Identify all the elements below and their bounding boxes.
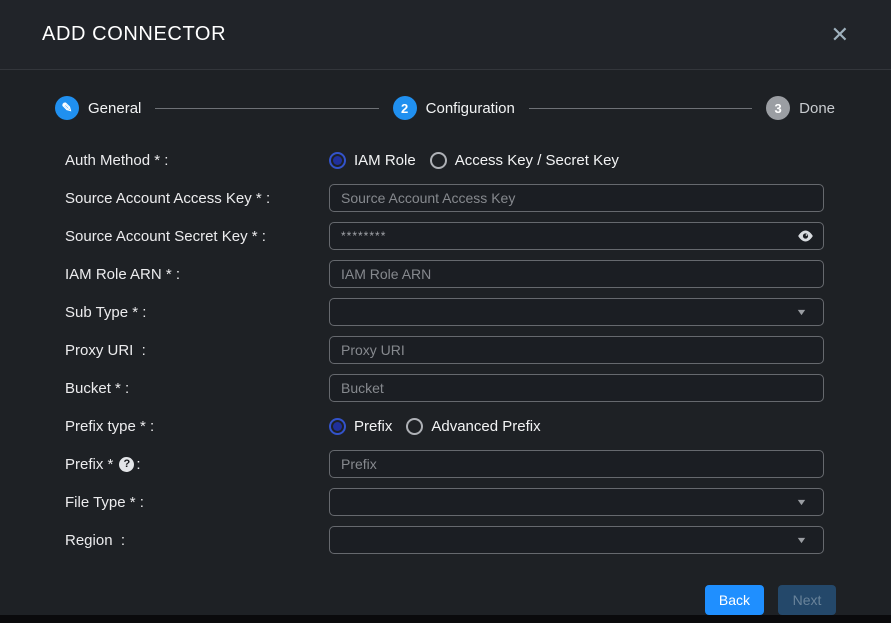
- chevron-down-icon: ▼: [795, 497, 807, 507]
- source-account-access-key-row: Source Account Access Key * :: [65, 184, 824, 212]
- modal-title: ADD CONNECTOR: [42, 23, 226, 46]
- prefix-row: Prefix * ? :: [65, 450, 824, 478]
- sub-type-label: Sub Type * :: [65, 304, 329, 321]
- bucket-label: Bucket * :: [65, 380, 329, 397]
- help-icon[interactable]: ?: [119, 457, 134, 472]
- file-type-select[interactable]: ▼: [329, 488, 824, 516]
- step-configuration[interactable]: 2 Configuration: [393, 96, 515, 120]
- proxy-uri-label: Proxy URI :: [65, 342, 329, 359]
- step-general-circle: ✎: [55, 96, 79, 120]
- add-connector-dialog: ADD CONNECTOR ✕ ✎ General 2 Configuratio…: [0, 0, 891, 623]
- radio-selected-icon: [329, 152, 346, 169]
- bottom-edge: [0, 615, 891, 623]
- source-account-access-key-label: Source Account Access Key * :: [65, 190, 329, 207]
- modal-header: ADD CONNECTOR ✕: [0, 0, 891, 70]
- next-button[interactable]: Next: [778, 585, 836, 615]
- prefix-type-row: Prefix type * : Prefix Advanced Prefix: [65, 412, 824, 440]
- radio-unselected-icon: [406, 418, 423, 435]
- radio-advanced-prefix[interactable]: Advanced Prefix: [406, 418, 540, 435]
- step-general[interactable]: ✎ General: [55, 96, 141, 120]
- pencil-icon: ✎: [62, 100, 73, 116]
- iam-role-arn-label: IAM Role ARN * :: [65, 266, 329, 283]
- source-account-secret-key-row: Source Account Secret Key * :: [65, 222, 824, 250]
- iam-role-arn-input[interactable]: [329, 260, 824, 288]
- stepper: ✎ General 2 Configuration 3 Done: [0, 70, 891, 120]
- source-account-secret-key-input[interactable]: [329, 222, 824, 250]
- radio-selected-icon: [329, 418, 346, 435]
- stepper-connector: [155, 108, 378, 109]
- configuration-form: Auth Method * : IAM Role Access Key / Se…: [0, 120, 891, 579]
- step-configuration-label: Configuration: [426, 100, 515, 117]
- stepper-connector: [529, 108, 752, 109]
- chevron-down-icon: ▼: [795, 535, 807, 545]
- proxy-uri-row: Proxy URI :: [65, 336, 824, 364]
- radio-access-key-secret-key[interactable]: Access Key / Secret Key: [430, 152, 619, 169]
- chevron-down-icon: ▼: [795, 307, 807, 317]
- prefix-input[interactable]: [329, 450, 824, 478]
- bucket-input[interactable]: [329, 374, 824, 402]
- back-button[interactable]: Back: [705, 585, 764, 615]
- region-select[interactable]: ▼: [329, 526, 824, 554]
- region-row: Region : ▼: [65, 526, 824, 554]
- eye-icon[interactable]: [797, 229, 814, 243]
- sub-type-select[interactable]: ▼: [329, 298, 824, 326]
- radio-iam-role[interactable]: IAM Role: [329, 152, 416, 169]
- step-done-label: Done: [799, 100, 835, 117]
- modal-footer: Back Next: [0, 579, 891, 615]
- step-configuration-circle: 2: [393, 96, 417, 120]
- prefix-type-radio-group: Prefix Advanced Prefix: [329, 418, 541, 435]
- file-type-label: File Type * :: [65, 494, 329, 511]
- source-account-secret-key-label: Source Account Secret Key * :: [65, 228, 329, 245]
- radio-prefix[interactable]: Prefix: [329, 418, 392, 435]
- auth-method-label: Auth Method * :: [65, 152, 329, 169]
- bucket-row: Bucket * :: [65, 374, 824, 402]
- prefix-label: Prefix * ? :: [65, 456, 329, 473]
- prefix-type-label: Prefix type * :: [65, 418, 329, 435]
- auth-method-radio-group: IAM Role Access Key / Secret Key: [329, 152, 619, 169]
- file-type-row: File Type * : ▼: [65, 488, 824, 516]
- proxy-uri-input[interactable]: [329, 336, 824, 364]
- auth-method-row: Auth Method * : IAM Role Access Key / Se…: [65, 146, 824, 174]
- source-account-access-key-input[interactable]: [329, 184, 824, 212]
- radio-unselected-icon: [430, 152, 447, 169]
- iam-role-arn-row: IAM Role ARN * :: [65, 260, 824, 288]
- sub-type-row: Sub Type * : ▼: [65, 298, 824, 326]
- step-general-label: General: [88, 100, 141, 117]
- region-label: Region :: [65, 532, 329, 549]
- step-done: 3 Done: [766, 96, 835, 120]
- step-done-circle: 3: [766, 96, 790, 120]
- close-icon[interactable]: ✕: [825, 22, 855, 48]
- modal: ADD CONNECTOR ✕ ✎ General 2 Configuratio…: [0, 0, 891, 615]
